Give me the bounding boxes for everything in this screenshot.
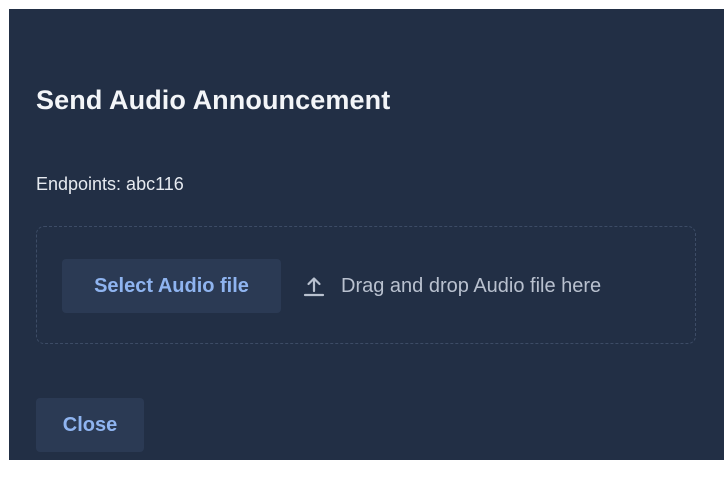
- upload-icon: [301, 273, 327, 299]
- select-audio-file-button[interactable]: Select Audio file: [62, 259, 281, 313]
- drop-hint-text: Drag and drop Audio file here: [341, 274, 602, 297]
- close-button[interactable]: Close: [36, 398, 144, 452]
- drop-hint: Drag and drop Audio file here: [301, 259, 601, 313]
- dialog-title: Send Audio Announcement: [36, 85, 391, 115]
- send-audio-dialog: Send Audio Announcement Endpoints: abc11…: [9, 9, 724, 460]
- endpoints-label: Endpoints: abc116: [36, 174, 184, 194]
- audio-dropzone[interactable]: Select Audio file Drag and drop Audio fi…: [36, 226, 696, 344]
